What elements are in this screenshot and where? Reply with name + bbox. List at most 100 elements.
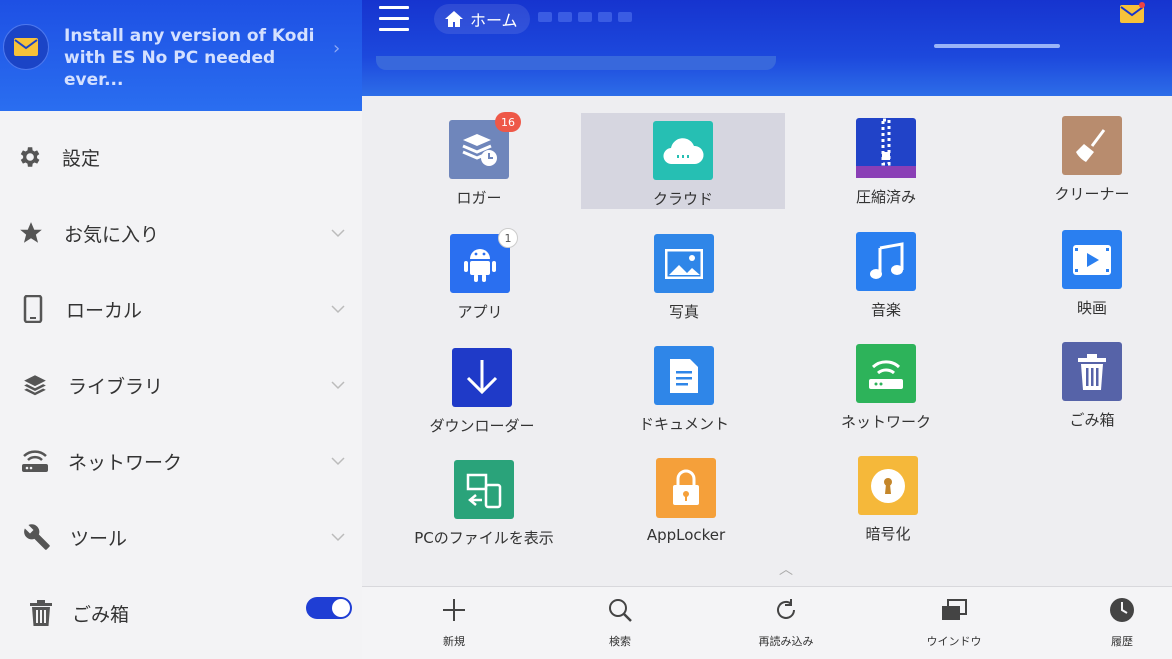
promo-banner[interactable]: Install any version of Kodi with ES No P… bbox=[0, 0, 362, 111]
chevron-right-icon: › bbox=[333, 38, 341, 59]
drawer-item-label: ネットワーク bbox=[68, 451, 183, 474]
tile-label: PCのファイルを表示 bbox=[414, 529, 554, 547]
tile-view-pc-files[interactable]: PCのファイルを表示 bbox=[382, 452, 586, 548]
clock-icon bbox=[1107, 595, 1137, 625]
tile-label: ロガー bbox=[456, 189, 502, 207]
tile-logger[interactable]: 16 ロガー bbox=[377, 112, 581, 208]
notification-badge: 1 bbox=[498, 228, 518, 248]
chevron-up-icon[interactable]: ︿ bbox=[779, 559, 793, 579]
drawer-item-label: ツール bbox=[70, 527, 128, 550]
menu-icon[interactable] bbox=[379, 6, 411, 32]
navigation-drawer: Install any version of Kodi with ES No P… bbox=[0, 0, 362, 659]
music-icon bbox=[856, 232, 916, 291]
cloud-icon bbox=[653, 121, 713, 180]
trash-icon bbox=[1062, 342, 1122, 401]
chevron-down-icon[interactable] bbox=[330, 301, 346, 317]
reload-button[interactable]: 再読み込み bbox=[726, 595, 846, 649]
wrench-icon bbox=[22, 522, 52, 552]
tile-movies[interactable]: 映画 bbox=[990, 222, 1172, 318]
tile-documents[interactable]: ドキュメント bbox=[582, 338, 786, 434]
download-icon bbox=[452, 348, 512, 407]
window-label: ウインドウ bbox=[926, 635, 982, 648]
drawer-item-label: ローカル bbox=[66, 299, 143, 322]
history-button[interactable]: 履歴 bbox=[1062, 595, 1172, 649]
phone-icon bbox=[18, 294, 48, 324]
plus-icon bbox=[439, 595, 469, 625]
tile-photos[interactable]: 写真 bbox=[582, 226, 786, 322]
document-icon bbox=[654, 346, 714, 405]
tile-label: 写真 bbox=[668, 303, 699, 321]
tile-downloader[interactable]: ダウンローダー bbox=[380, 340, 584, 436]
chevron-down-icon[interactable] bbox=[330, 453, 346, 469]
drawer-item-label: 設定 bbox=[62, 147, 101, 170]
layers-icon bbox=[20, 370, 50, 400]
tile-label: AppLocker bbox=[646, 526, 726, 544]
drawer-item-label: ライブラリ bbox=[68, 375, 164, 398]
drawer-item-favorites[interactable]: お気に入り bbox=[0, 203, 362, 263]
tile-label: アプリ bbox=[457, 303, 503, 321]
tile-label: 音楽 bbox=[870, 301, 901, 319]
tile-label: ダウンローダー bbox=[429, 417, 535, 435]
tile-label: 圧縮済み bbox=[855, 188, 916, 206]
chevron-down-icon[interactable] bbox=[330, 529, 346, 545]
home-icon bbox=[445, 11, 463, 27]
windows-icon bbox=[939, 595, 969, 625]
chevron-down-icon[interactable] bbox=[330, 377, 346, 393]
mail-icon bbox=[3, 24, 49, 70]
drawer-item-settings[interactable]: 設定 bbox=[0, 127, 362, 187]
drawer-item-library[interactable]: ライブラリ bbox=[0, 355, 362, 415]
android-icon: 1 bbox=[450, 228, 518, 293]
new-label: 新規 bbox=[443, 635, 465, 648]
search-button[interactable]: 検索 bbox=[560, 595, 680, 649]
history-label: 履歴 bbox=[1111, 635, 1133, 648]
tile-recycle-bin[interactable]: ごみ箱 bbox=[990, 334, 1172, 430]
search-label: 検索 bbox=[609, 635, 631, 648]
tile-cloud[interactable]: クラウド bbox=[581, 113, 785, 209]
drawer-item-local[interactable]: ローカル bbox=[0, 279, 362, 339]
broom-icon bbox=[1062, 116, 1122, 175]
tile-label: クリーナー bbox=[1054, 185, 1130, 203]
bottom-toolbar: 新規 検索 再読み込み ウインドウ 履歴 bbox=[362, 586, 1172, 659]
star-icon bbox=[16, 218, 46, 248]
tile-label: 映画 bbox=[1076, 299, 1107, 317]
video-icon bbox=[1062, 230, 1122, 289]
keyhole-icon bbox=[858, 456, 918, 515]
logger-icon: 16 bbox=[449, 112, 521, 179]
reload-label: 再読み込み bbox=[758, 635, 814, 648]
search-icon bbox=[605, 595, 635, 625]
tile-encrypt[interactable]: 暗号化 bbox=[786, 448, 990, 544]
tile-applocker[interactable]: AppLocker bbox=[584, 450, 788, 546]
breadcrumb-home[interactable]: ホーム bbox=[470, 7, 518, 31]
photo-icon bbox=[654, 234, 714, 293]
tile-label: ドキュメント bbox=[638, 415, 729, 433]
lock-icon bbox=[656, 458, 716, 518]
mail-icon[interactable] bbox=[1119, 2, 1145, 24]
new-button[interactable]: 新規 bbox=[394, 595, 514, 649]
gear-icon bbox=[14, 142, 44, 172]
tile-apps[interactable]: 1 アプリ bbox=[378, 226, 582, 322]
window-button[interactable]: ウインドウ bbox=[894, 595, 1014, 649]
drawer-item-label: お気に入り bbox=[64, 223, 160, 246]
window-tab-strip bbox=[376, 56, 776, 70]
drawer-item-network[interactable]: ネットワーク bbox=[0, 431, 362, 491]
pc-files-icon bbox=[454, 460, 514, 519]
tile-music[interactable]: 音楽 bbox=[784, 224, 988, 320]
tile-cleaner[interactable]: クリーナー bbox=[990, 108, 1172, 204]
breadcrumb[interactable]: ホーム bbox=[434, 4, 530, 34]
trash-icon bbox=[26, 598, 56, 628]
top-bar: ホーム bbox=[362, 0, 1172, 96]
tile-compressed[interactable]: 圧縮済み bbox=[784, 110, 988, 206]
promo-text: Install any version of Kodi with ES No P… bbox=[64, 26, 315, 90]
refresh-icon bbox=[771, 595, 801, 625]
breadcrumb-path-segments bbox=[538, 12, 632, 22]
zip-icon bbox=[856, 118, 916, 178]
chevron-down-icon[interactable] bbox=[330, 225, 346, 241]
drawer-item-tools[interactable]: ツール bbox=[0, 507, 362, 567]
tile-label: ネットワーク bbox=[840, 413, 931, 431]
tile-label: クラウド bbox=[652, 190, 713, 208]
notification-badge: 16 bbox=[495, 112, 521, 132]
home-grid: 16 ロガー クラウド 圧縮済み クリーナー 1 アプリ 写真 音楽 映画 ダウ… bbox=[362, 96, 1172, 586]
tile-network[interactable]: ネットワーク bbox=[784, 336, 988, 432]
router-icon bbox=[856, 344, 916, 403]
recycle-bin-toggle[interactable] bbox=[306, 597, 352, 619]
